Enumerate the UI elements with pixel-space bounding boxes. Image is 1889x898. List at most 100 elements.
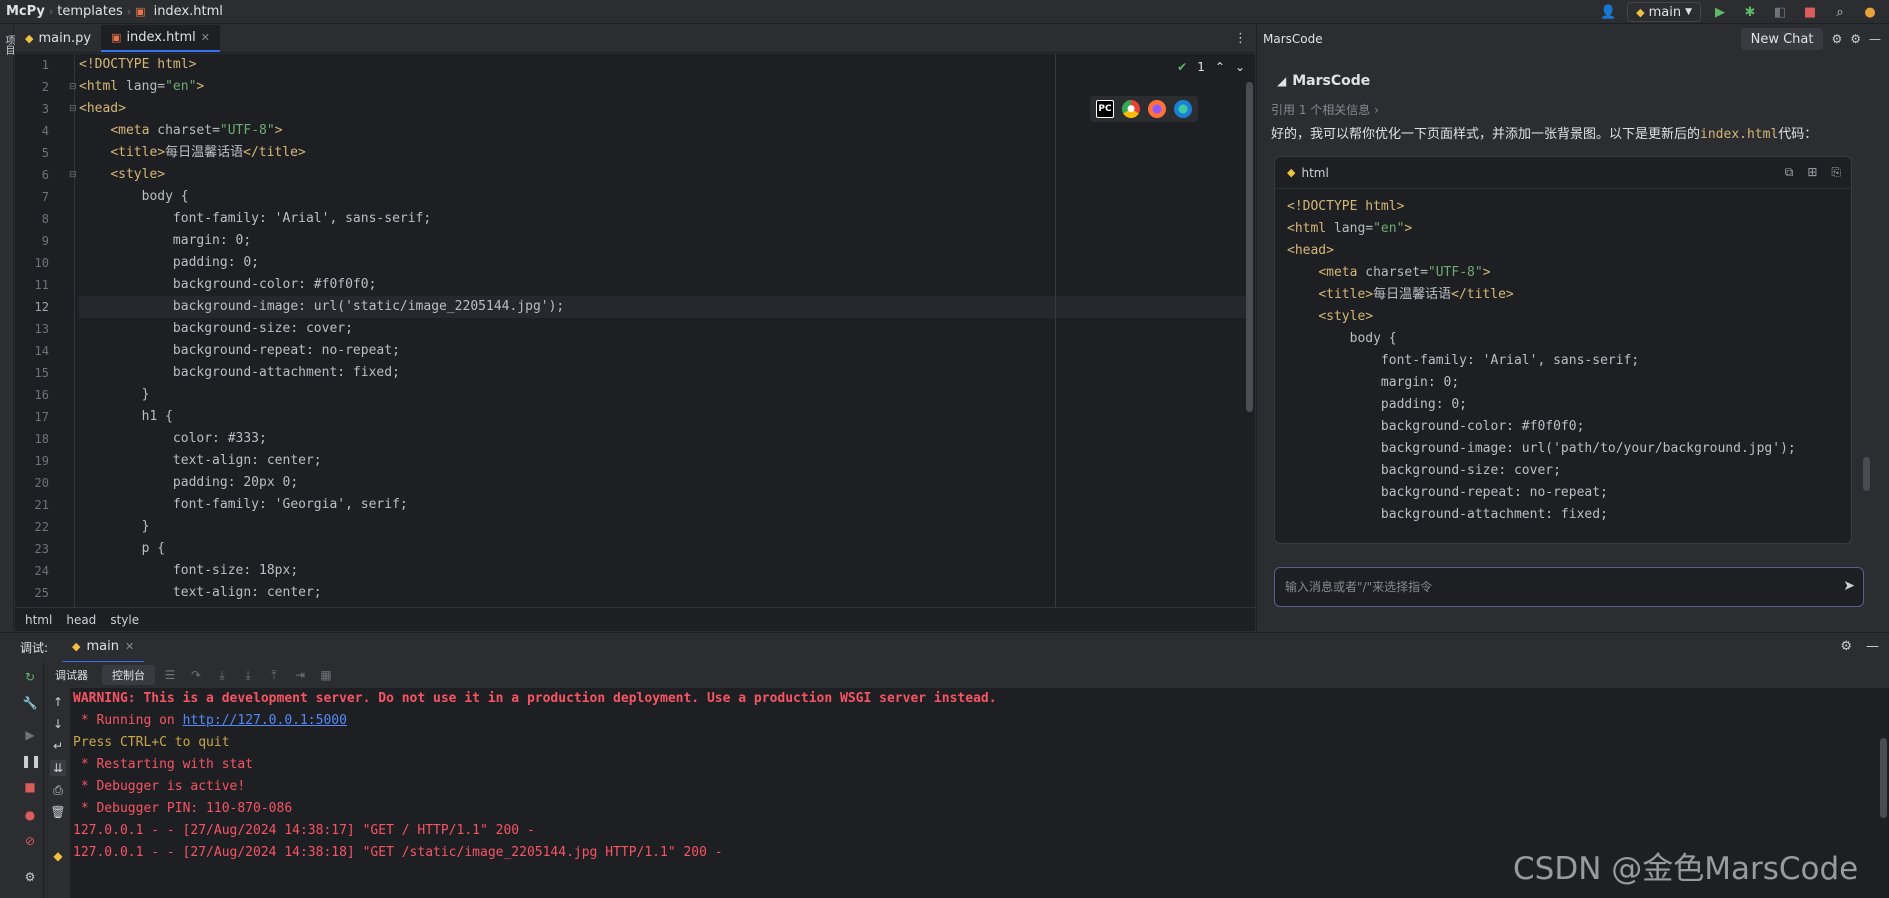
debug-icon[interactable]: ✱ bbox=[1739, 2, 1761, 22]
line-number[interactable]: 20 bbox=[15, 472, 49, 494]
fold-icon[interactable]: ⊟ bbox=[69, 76, 79, 98]
chat-input[interactable] bbox=[1285, 580, 1805, 594]
line-number[interactable]: 8 bbox=[15, 208, 49, 230]
step-into-icon[interactable]: ⤓ bbox=[211, 668, 233, 683]
code-line[interactable]: font-family: 'Georgia', serif; bbox=[79, 494, 1249, 516]
line-number[interactable]: 15 bbox=[15, 362, 49, 384]
console-scrollbar[interactable] bbox=[1880, 738, 1887, 818]
tab-index-html[interactable]: ▣ index.html ✕ bbox=[101, 25, 220, 52]
pycharm-icon[interactable]: PC bbox=[1096, 100, 1114, 118]
line-number[interactable]: 18 bbox=[15, 428, 49, 450]
line-number[interactable]: 19 bbox=[15, 450, 49, 472]
step-over-icon[interactable]: ↷ bbox=[185, 668, 207, 682]
modify-config-icon[interactable]: 🔧 bbox=[21, 694, 39, 712]
gear-icon[interactable]: ⚙ bbox=[1850, 32, 1861, 46]
run-config-selector[interactable]: ◆ main ▼ bbox=[1627, 2, 1701, 22]
minimize-icon[interactable]: — bbox=[1869, 32, 1881, 46]
user-icon[interactable]: 👤 bbox=[1597, 2, 1619, 22]
file-crumb[interactable]: index.html bbox=[150, 4, 227, 19]
firefox-icon[interactable] bbox=[1148, 100, 1166, 118]
apply-icon[interactable]: ⎘ bbox=[1831, 165, 1841, 180]
debug-session-tab[interactable]: ◆ main ✕ bbox=[62, 633, 145, 663]
editor-scrollbar[interactable] bbox=[1246, 82, 1253, 412]
line-number[interactable]: 9 bbox=[15, 230, 49, 252]
more-vertical-icon[interactable]: ⋮ bbox=[1234, 31, 1247, 46]
code-line[interactable]: background-color: #f0f0f0; bbox=[79, 274, 1249, 296]
soft-wrap-icon[interactable]: ↵ bbox=[50, 738, 66, 754]
line-number[interactable]: 11 bbox=[15, 274, 49, 296]
rerun-icon[interactable]: ↻ bbox=[21, 668, 39, 686]
mute-breakpoints-icon[interactable]: ⊘ bbox=[21, 832, 39, 850]
line-number[interactable]: 17 bbox=[15, 406, 49, 428]
line-number[interactable]: 22 bbox=[15, 516, 49, 538]
folder-crumb[interactable]: templates bbox=[53, 4, 126, 19]
notifications-icon[interactable]: ● bbox=[1859, 2, 1881, 22]
print-icon[interactable]: ⎙ bbox=[50, 782, 66, 798]
tab-console[interactable]: 控制台 bbox=[102, 665, 155, 685]
code-editor[interactable]: 1 2 ⊟ 3 ⊟ 4 5 6 ⊟ 7 8 9 10 11 12 13 14 15 16 17 18 19 20 21 22 23… bbox=[15, 54, 1255, 607]
trash-icon[interactable]: 🗑 bbox=[50, 804, 66, 820]
gear-icon[interactable]: ⚙ bbox=[1840, 639, 1852, 654]
minimize-icon[interactable]: — bbox=[1866, 639, 1879, 654]
project-tool-button[interactable]: 项目 bbox=[1, 35, 16, 55]
code-line[interactable]: padding: 0; bbox=[79, 252, 1249, 274]
code-line[interactable]: text-align: center; bbox=[79, 450, 1249, 472]
line-number[interactable]: 7 bbox=[15, 186, 49, 208]
code-line[interactable]: body { bbox=[79, 186, 1249, 208]
evaluate-icon[interactable]: ▦ bbox=[315, 668, 337, 682]
stop-icon[interactable]: ■ bbox=[21, 778, 39, 796]
breadcrumb-html[interactable]: html bbox=[25, 613, 52, 627]
line-number[interactable]: 2 bbox=[15, 76, 49, 98]
stop-icon[interactable]: ■ bbox=[1799, 2, 1821, 22]
tab-main-py[interactable]: ◆ main.py bbox=[15, 25, 101, 52]
tab-debugger[interactable]: 调试器 bbox=[45, 665, 98, 685]
line-number[interactable]: 12 bbox=[15, 296, 49, 318]
line-number[interactable]: 10 bbox=[15, 252, 49, 274]
pause-icon[interactable]: ❚❚ bbox=[21, 752, 41, 770]
arrow-up-icon[interactable]: ↑ bbox=[50, 694, 66, 710]
code-line[interactable]: background-size: cover; bbox=[79, 318, 1249, 340]
code-line[interactable]: <head> bbox=[79, 98, 1249, 120]
arrow-down-icon[interactable]: ↓ bbox=[50, 716, 66, 732]
code-line[interactable]: font-family: 'Arial', sans-serif; bbox=[79, 208, 1249, 230]
code-line[interactable]: background-repeat: no-repeat; bbox=[79, 340, 1249, 362]
code-line[interactable]: font-size: 18px; bbox=[79, 560, 1249, 582]
code-block-body[interactable]: <!DOCTYPE html> <html lang="en"> <head> <m… bbox=[1287, 196, 1851, 543]
search-icon[interactable]: ⌕ bbox=[1829, 2, 1851, 22]
project-name[interactable]: McPy bbox=[0, 4, 49, 19]
breadcrumb-head[interactable]: head bbox=[66, 613, 96, 627]
code-line[interactable]: margin: 0; bbox=[79, 230, 1249, 252]
line-number[interactable]: 25 bbox=[15, 582, 49, 604]
chevron-down-icon[interactable]: ⌄ bbox=[1235, 60, 1245, 74]
line-number[interactable]: 13 bbox=[15, 318, 49, 340]
chat-input-box[interactable]: ➤ bbox=[1274, 567, 1864, 607]
send-icon[interactable]: ➤ bbox=[1843, 578, 1855, 594]
code-line[interactable]: } bbox=[79, 516, 1249, 538]
code-line[interactable]: <title>每日温馨话语</title> bbox=[79, 142, 1249, 164]
line-number[interactable]: 5 bbox=[15, 142, 49, 164]
line-number[interactable]: 23 bbox=[15, 538, 49, 560]
resume-icon[interactable]: ▶ bbox=[21, 726, 39, 744]
copy-icon[interactable]: ⧉ bbox=[1785, 165, 1794, 180]
code-line[interactable]: background-attachment: fixed; bbox=[79, 362, 1249, 384]
code-line[interactable]: color: #333; bbox=[79, 428, 1249, 450]
fold-icon[interactable]: ⊟ bbox=[69, 164, 79, 186]
fold-icon[interactable]: ⊟ bbox=[69, 98, 79, 120]
edge-icon[interactable] bbox=[1174, 100, 1192, 118]
code-line[interactable]: h1 { bbox=[79, 406, 1249, 428]
code-line[interactable]: <html lang="en"> bbox=[79, 76, 1249, 98]
line-number[interactable]: 6 bbox=[15, 164, 49, 186]
step-out-icon[interactable]: ⤒ bbox=[263, 668, 285, 683]
reference-link[interactable]: 引用 1 个相关信息 › bbox=[1271, 101, 1379, 118]
insert-icon[interactable]: ⊞ bbox=[1807, 165, 1817, 180]
new-chat-button[interactable]: New Chat bbox=[1740, 28, 1824, 50]
line-number[interactable]: 4 bbox=[15, 120, 49, 142]
line-number[interactable]: 1 bbox=[15, 54, 49, 76]
menu-icon[interactable]: ☰ bbox=[159, 668, 181, 682]
breadcrumb-style[interactable]: style bbox=[110, 613, 139, 627]
run-icon[interactable]: ▶ bbox=[1709, 2, 1731, 22]
settings-icon[interactable]: ⚙ bbox=[1831, 32, 1842, 46]
server-url-link[interactable]: http://127.0.0.1:5000 bbox=[183, 713, 347, 728]
code-line[interactable]: p { bbox=[79, 538, 1249, 560]
line-number[interactable]: 14 bbox=[15, 340, 49, 362]
